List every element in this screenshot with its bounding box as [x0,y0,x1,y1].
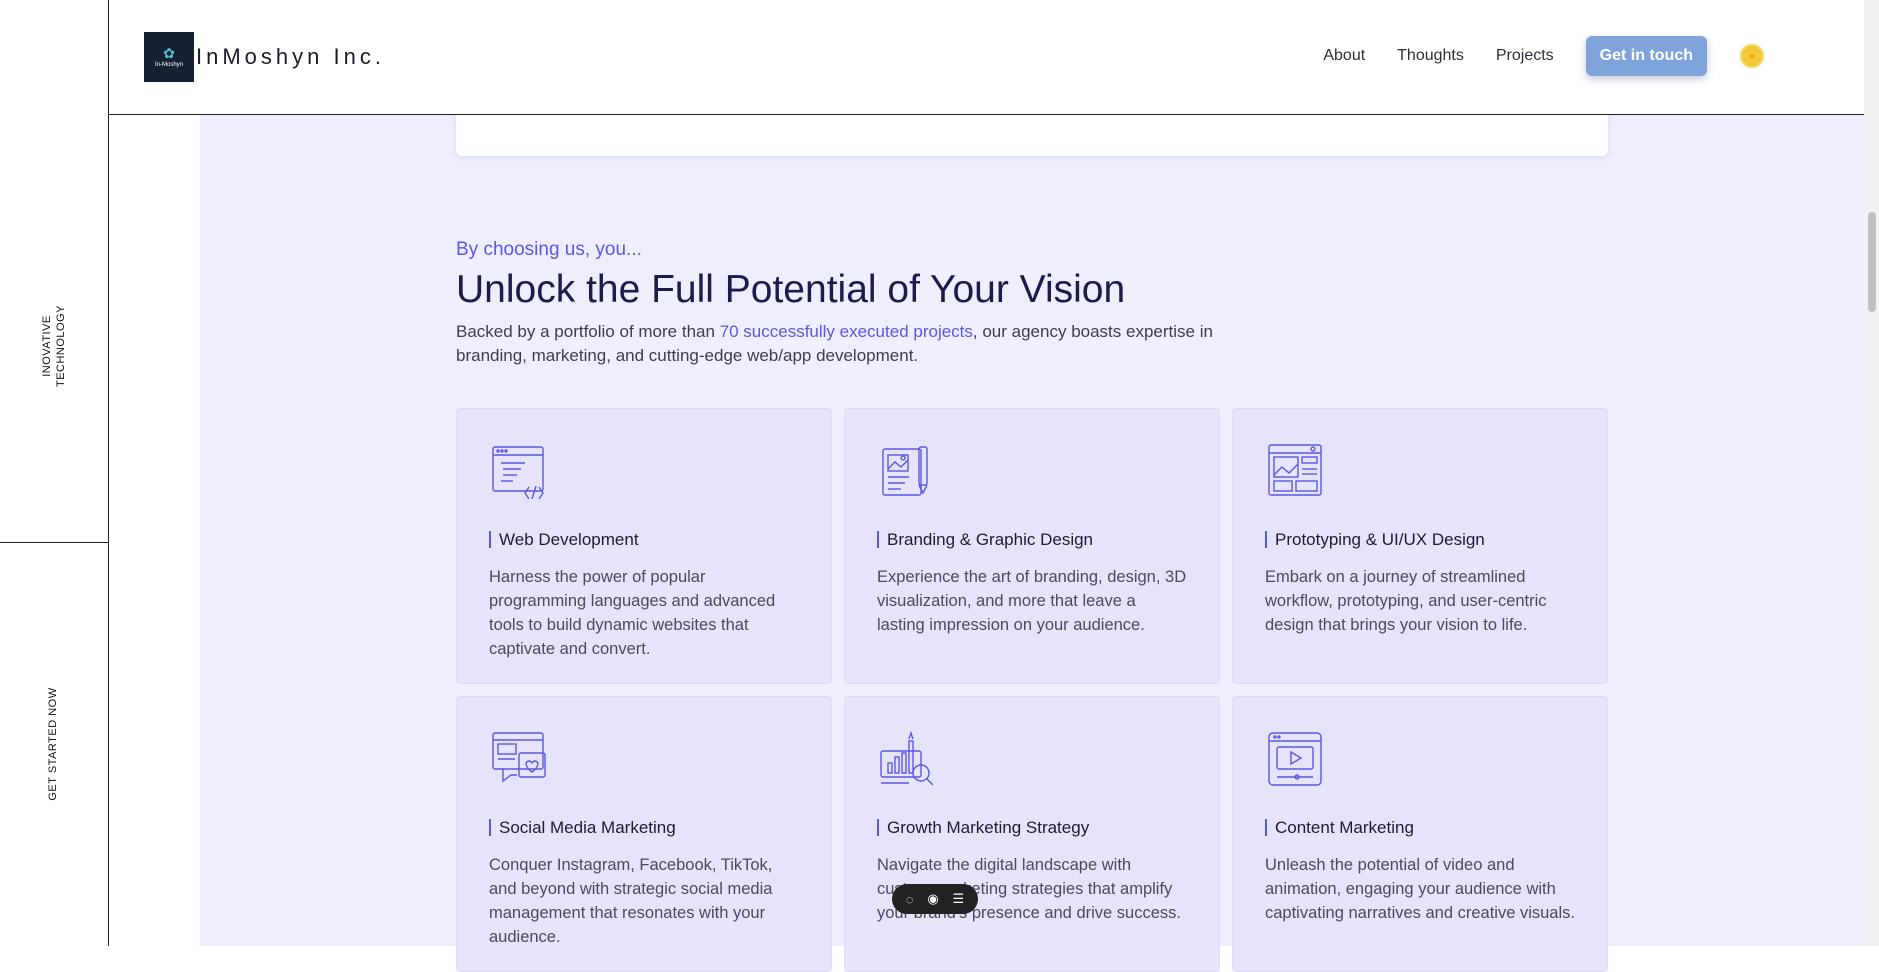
card-title: Web Development [489,531,639,548]
site-header: ✿ In-Moshyn InMoshyn Inc. About Thoughts… [108,0,1864,115]
lead-highlight: 70 successfully executed projects [719,322,973,341]
rail-label-innovative: INOVATIVE TECHNOLOGY [41,305,67,388]
menu-icon[interactable]: ☰ [953,891,965,907]
growth-chart-icon [880,731,934,786]
card-description: Harness the power of popular programming… [489,568,776,658]
design-board-icon [882,446,928,496]
logo-text: In-Moshyn [154,62,183,68]
section-lead: Backed by a portfolio of more than 70 su… [456,320,1276,368]
main-nav: About Thoughts Projects Get in touch ● [1323,36,1864,76]
logo[interactable]: ✿ In-Moshyn [144,32,194,82]
theme-toggle-sun-icon[interactable]: ● [1740,44,1764,68]
nav-projects[interactable]: Projects [1496,47,1554,65]
comment-icon[interactable]: ◌ [906,892,914,907]
logo-mark-icon: ✿ [163,45,175,61]
card-description: Embark on a journey of streamlined workf… [1265,568,1547,634]
video-player-icon [1268,732,1322,786]
service-card-branding[interactable]: Branding & Graphic Design Experience the… [844,408,1220,684]
card-description: Unleash the potential of video and anima… [1265,856,1575,922]
service-card-content-marketing[interactable]: Content Marketing Unleash the potential … [1232,696,1608,972]
card-title: Prototyping & UI/UX Design [1265,531,1485,548]
card-title: Social Media Marketing [489,819,676,836]
scrollbar-track[interactable] [1864,0,1879,946]
service-card-growth-marketing[interactable]: Growth Marketing Strategy Navigate the d… [844,696,1220,972]
services-section: By choosing us, you... Unlock the Full P… [200,104,1864,972]
section-headline: Unlock the Full Potential of Your Vision [456,268,1126,311]
card-title: Content Marketing [1265,819,1414,836]
brand-name[interactable]: InMoshyn Inc. [196,44,385,70]
services-grid: Web Development Harness the power of pop… [456,408,1608,972]
lead-text-start: Backed by a portfolio of more than [456,322,720,341]
scrollbar-thumb[interactable] [1868,212,1876,312]
social-media-icon [492,732,546,783]
service-card-prototyping[interactable]: Prototyping & UI/UX Design Embark on a j… [1232,408,1608,684]
rail-divider [0,542,108,543]
get-in-touch-button[interactable]: Get in touch [1585,36,1707,76]
nav-thoughts[interactable]: Thoughts [1397,47,1464,65]
code-window-icon [492,446,544,499]
card-description: Conquer Instagram, Facebook, TikTok, and… [489,856,773,946]
wireframe-icon [1268,444,1322,496]
card-title: Branding & Graphic Design [877,531,1093,548]
left-rail: INOVATIVE TECHNOLOGY GET STARTED NOW [0,0,109,946]
service-card-web-development[interactable]: Web Development Harness the power of pop… [456,408,832,684]
nav-about[interactable]: About [1323,47,1365,65]
view-icon[interactable]: ◉ [927,891,938,907]
card-description: Experience the art of branding, design, … [877,568,1187,634]
rail-get-started-link[interactable]: GET STARTED NOW [47,684,59,804]
floating-toolbar: ◌ ◉ ☰ [892,884,978,914]
service-card-social-media[interactable]: Social Media Marketing Conquer Instagram… [456,696,832,972]
section-eyebrow: By choosing us, you... [456,239,642,260]
card-title: Growth Marketing Strategy [877,819,1089,836]
